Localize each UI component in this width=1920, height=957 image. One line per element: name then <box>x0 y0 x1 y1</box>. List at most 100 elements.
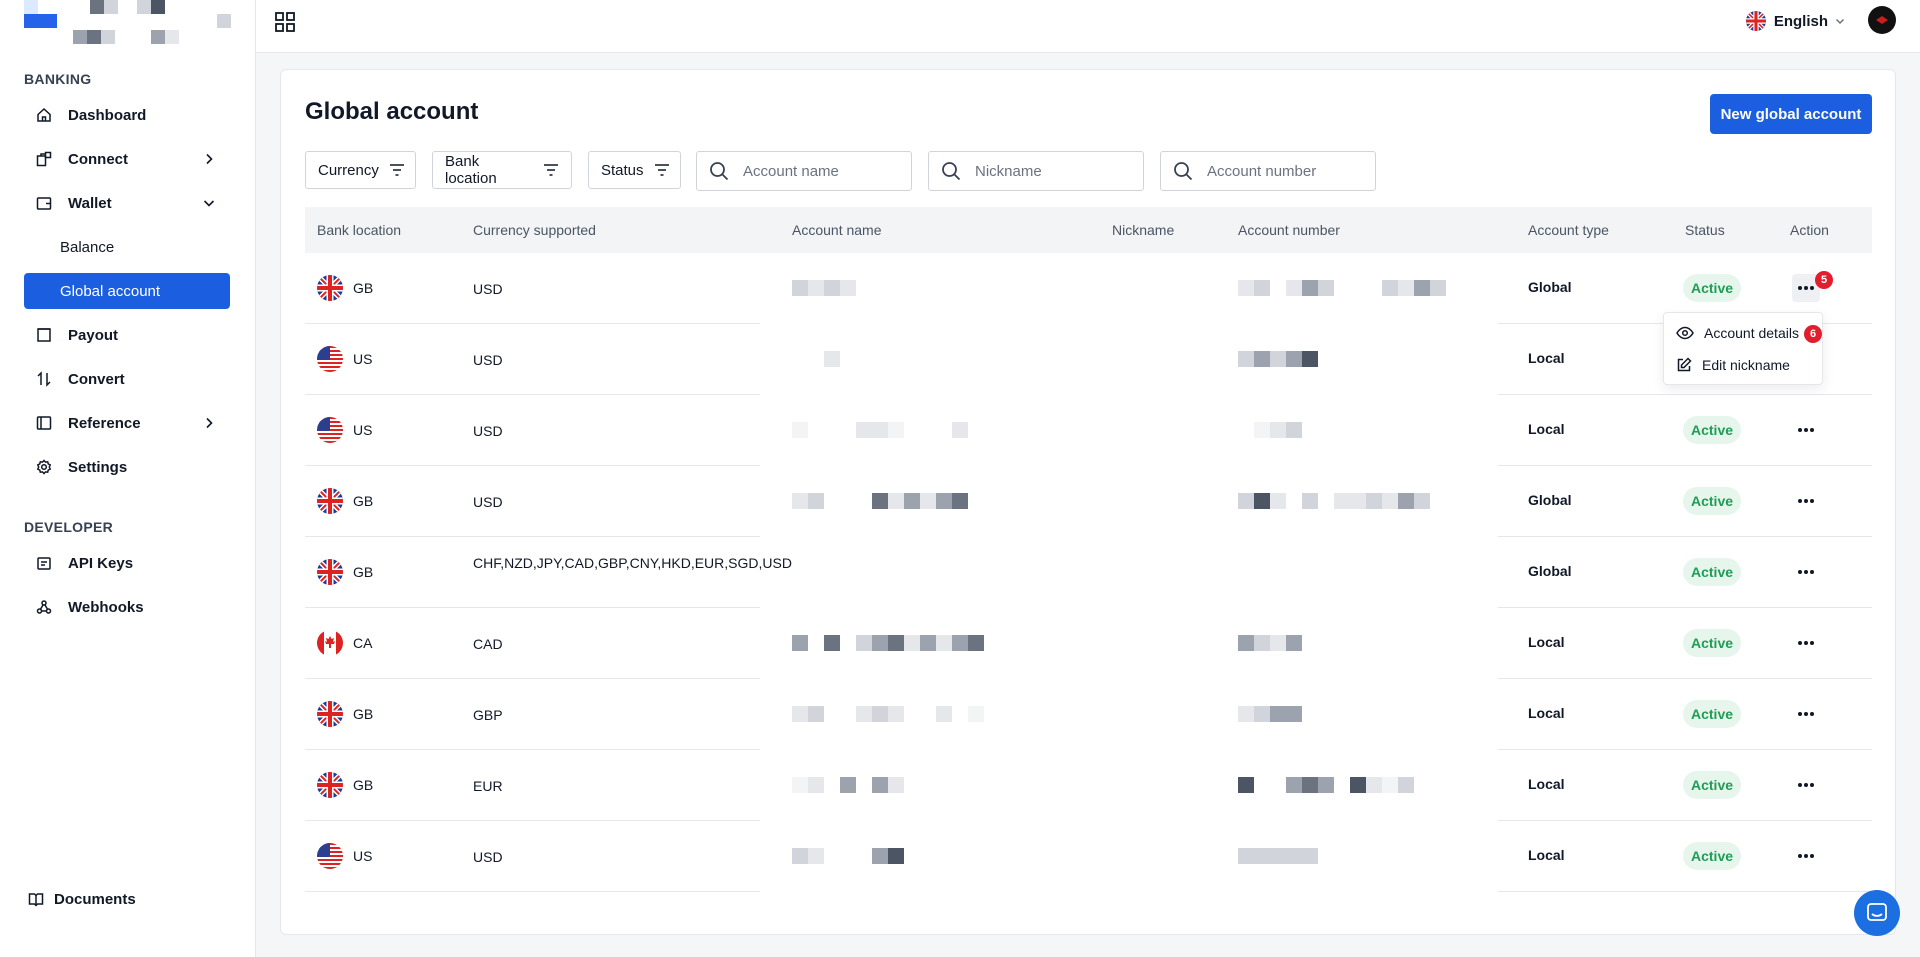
account-name-redacted <box>792 280 1012 296</box>
filter-currency-button[interactable]: Currency <box>305 151 416 189</box>
currency-cell: CHF,NZD,JPY,CAD,GBP,CNY,HKD,EUR,SGD,USD <box>473 555 792 571</box>
status-badge: Active <box>1683 629 1742 657</box>
sidebar-item-label: Reference <box>68 414 141 432</box>
nickname-search[interactable] <box>928 151 1144 191</box>
account-number-redacted <box>1238 422 1458 438</box>
search-icon <box>929 161 973 181</box>
gb-flag-icon <box>317 275 343 301</box>
us-flag-icon <box>317 417 343 443</box>
account-type-cell: Global <box>1528 563 1572 579</box>
row-action-button[interactable] <box>1792 842 1820 870</box>
bank-location-cell: US <box>317 417 372 443</box>
ca-flag-icon <box>317 630 343 656</box>
search-icon <box>697 161 741 181</box>
bank-location-code: CA <box>353 635 373 651</box>
status-badge: Active <box>1683 700 1742 728</box>
sidebar-item-dashboard[interactable]: Dashboard <box>24 97 230 133</box>
account-name-redacted <box>792 351 1012 367</box>
row-action-button[interactable] <box>1792 771 1820 799</box>
nickname-input[interactable] <box>973 161 1137 181</box>
sidebar-item-convert[interactable]: Convert <box>24 361 230 397</box>
menu-item-label: Edit nickname <box>1702 357 1790 373</box>
wallet-icon <box>36 195 52 211</box>
row-action-button[interactable] <box>1792 700 1820 728</box>
account-name-redacted <box>792 422 1012 438</box>
top-bar: English <box>256 0 1920 53</box>
section-developer: DEVELOPER <box>24 519 114 535</box>
us-flag-icon <box>317 346 343 372</box>
language-selector[interactable]: English <box>1745 10 1846 32</box>
table-row: CA CAD Local Active <box>305 608 1872 679</box>
edit-icon <box>1676 357 1702 373</box>
filter-bank-location-button[interactable]: Bank location <box>432 151 572 189</box>
more-horizontal-icon <box>1797 427 1815 433</box>
sidebar-item-webhooks[interactable]: Webhooks <box>24 589 230 625</box>
sidebar-item-api-keys[interactable]: API Keys <box>24 545 230 581</box>
uk-flag-icon <box>1745 11 1766 31</box>
bank-location-cell: US <box>317 346 372 372</box>
bank-location-code: US <box>353 422 373 438</box>
table-header: Bank location Currency supported Account… <box>305 207 1872 253</box>
sidebar-item-balance[interactable]: Balance <box>24 229 230 265</box>
bank-location-cell: CA <box>317 630 372 656</box>
sidebar-item-label: Global account <box>60 282 161 300</box>
row-action-button[interactable] <box>1792 487 1820 515</box>
account-name-redacted <box>792 706 1012 722</box>
sidebar-item-documents[interactable]: Documents <box>16 881 222 917</box>
sidebar-item-wallet[interactable]: Wallet <box>24 185 230 221</box>
page-title: Global account <box>305 98 479 125</box>
filter-status-button[interactable]: Status <box>588 151 681 189</box>
account-type-cell: Global <box>1528 492 1572 508</box>
table-row: GB USD Global Active <box>305 253 1872 324</box>
sidebar-item-connect[interactable]: Connect <box>24 141 230 177</box>
gb-flag-icon <box>317 701 343 727</box>
column-account-name: Account name <box>792 222 882 238</box>
column-currency: Currency supported <box>473 222 596 238</box>
filter-label: Status <box>601 161 644 179</box>
grid-icon[interactable] <box>274 11 296 33</box>
currency-cell: USD <box>473 281 503 297</box>
status-badge: Active <box>1683 558 1742 586</box>
currency-cell: USD <box>473 494 503 510</box>
account-name-input[interactable] <box>741 161 905 181</box>
currency-cell: EUR <box>473 778 503 794</box>
row-action-button[interactable] <box>1792 629 1820 657</box>
payout-icon <box>36 327 52 343</box>
account-name-redacted <box>792 564 1012 580</box>
account-name-search[interactable] <box>696 151 912 191</box>
account-details-menu-item[interactable]: Account details <box>1676 322 1799 344</box>
table-row: GB CHF,NZD,JPY,CAD,GBP,CNY,HKD,EUR,SGD,U… <box>305 537 1872 608</box>
status-badge: Active <box>1683 842 1742 870</box>
account-number-input[interactable] <box>1205 161 1369 181</box>
bank-location-code: GB <box>353 564 374 580</box>
avatar[interactable] <box>1868 6 1896 34</box>
column-action: Action <box>1790 222 1829 238</box>
account-number-search[interactable] <box>1160 151 1376 191</box>
chevron-down-icon <box>1834 15 1846 27</box>
account-name-redacted <box>792 635 1012 651</box>
account-name-redacted <box>792 777 1012 793</box>
filter-label: Currency <box>318 161 379 179</box>
company-logo <box>24 0 234 46</box>
more-horizontal-icon <box>1797 285 1815 291</box>
gb-flag-icon <box>317 488 343 514</box>
sidebar-item-settings[interactable]: Settings <box>24 449 230 485</box>
currency-cell: GBP <box>473 707 503 723</box>
chat-icon[interactable] <box>1854 890 1900 936</box>
bank-location-code: GB <box>353 777 374 793</box>
row-action-button[interactable] <box>1792 416 1820 444</box>
bank-location-cell: US <box>317 843 372 869</box>
row-action-button[interactable] <box>1792 558 1820 586</box>
sidebar-item-payout[interactable]: Payout <box>24 317 230 353</box>
sidebar-item-reference[interactable]: Reference <box>24 405 230 441</box>
sidebar: BANKING Dashboard Connect Wallet Balance… <box>0 0 256 957</box>
account-type-cell: Global <box>1528 279 1572 295</box>
table-row: GB GBP Local Active <box>305 679 1872 750</box>
table-row: US USD Local Active <box>305 821 1872 892</box>
filter-icon <box>379 163 405 177</box>
key-icon <box>36 555 52 571</box>
new-global-account-button[interactable]: New global account <box>1710 94 1872 134</box>
us-flag-icon <box>317 843 343 869</box>
sidebar-item-global-account[interactable]: Global account <box>24 273 230 309</box>
edit-nickname-menu-item[interactable]: Edit nickname <box>1676 354 1790 376</box>
